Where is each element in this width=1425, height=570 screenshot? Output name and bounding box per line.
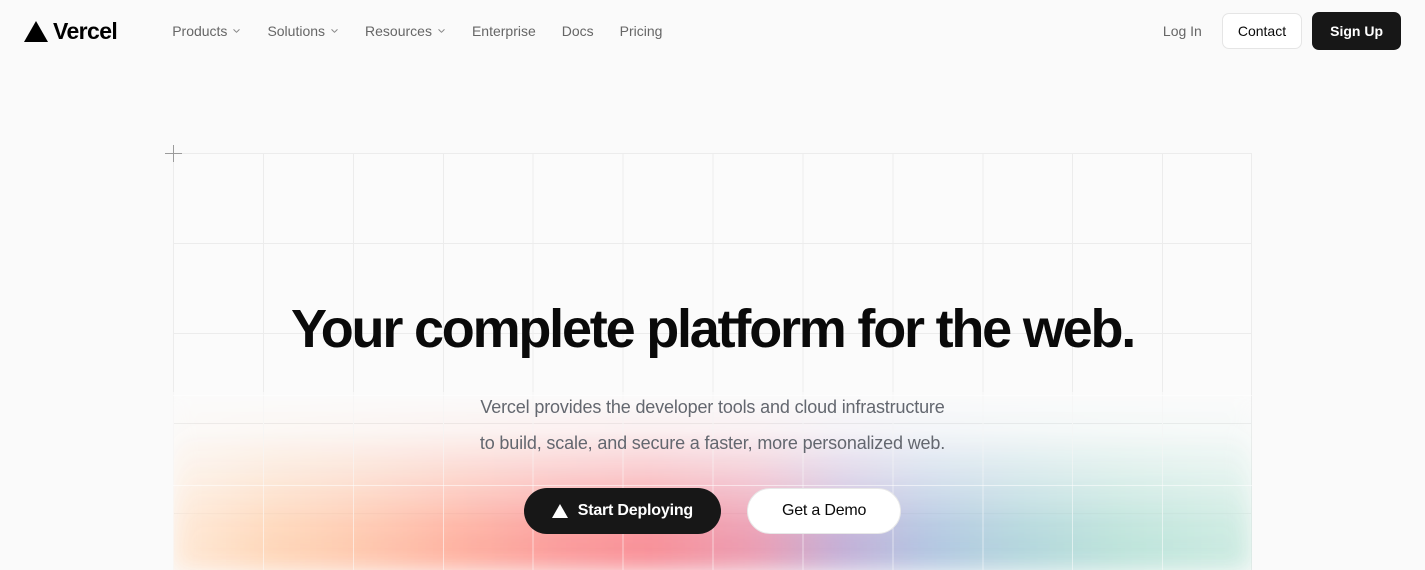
nav-item-solutions[interactable]: Solutions — [254, 15, 352, 47]
nav-item-solutions-label: Solutions — [267, 23, 326, 39]
nav-item-enterprise[interactable]: Enterprise — [459, 15, 549, 47]
get-a-demo-button[interactable]: Get a Demo — [746, 488, 902, 534]
chevron-down-icon — [437, 26, 446, 35]
nav-item-products[interactable]: Products — [159, 15, 254, 47]
vercel-logo-link[interactable]: Vercel — [24, 17, 118, 44]
nav-item-docs[interactable]: Docs — [549, 15, 607, 47]
nav-item-enterprise-label: Enterprise — [471, 23, 536, 39]
nav-item-pricing[interactable]: Pricing — [607, 15, 676, 47]
hero-title: Your complete platform for the web. — [290, 299, 1136, 359]
chevron-down-icon — [330, 26, 339, 35]
nav-item-pricing-label: Pricing — [619, 23, 663, 39]
hero-subtitle-line-1: Vercel provides the developer tools and … — [480, 397, 945, 417]
main-nav-links: Products Solutions Resources Enterprise — [159, 15, 675, 47]
hero-subtitle: Vercel provides the developer tools and … — [0, 389, 1425, 461]
nav-item-resources-label: Resources — [365, 23, 432, 39]
top-navigation-bar: Vercel Products Solutions Resources Ente… — [0, 0, 1425, 62]
nav-right-group: Log In Contact Sign Up — [1153, 11, 1425, 51]
login-link[interactable]: Log In — [1153, 15, 1212, 47]
hero-subtitle-line-2: to build, scale, and secure a faster, mo… — [479, 433, 946, 453]
hero-content: Your complete platform for the web. Verc… — [0, 62, 1425, 570]
vercel-triangle-icon — [551, 504, 568, 518]
contact-button[interactable]: Contact — [1221, 12, 1303, 50]
nav-item-products-label: Products — [172, 23, 228, 39]
vercel-wordmark: Vercel — [53, 17, 118, 44]
signup-button[interactable]: Sign Up — [1312, 11, 1401, 51]
hero-cta-row: Start Deploying Get a Demo — [0, 488, 1425, 534]
get-a-demo-label: Get a Demo — [781, 502, 867, 519]
start-deploying-label: Start Deploying — [577, 502, 693, 519]
vercel-triangle-icon — [24, 20, 48, 42]
nav-item-resources[interactable]: Resources — [352, 15, 459, 47]
nav-item-docs-label: Docs — [561, 23, 594, 39]
start-deploying-button[interactable]: Start Deploying — [523, 488, 721, 534]
chevron-down-icon — [232, 26, 241, 35]
hero-section: Your complete platform for the web. Verc… — [0, 62, 1425, 570]
nav-left-group: Vercel Products Solutions Resources Ente… — [0, 15, 675, 47]
